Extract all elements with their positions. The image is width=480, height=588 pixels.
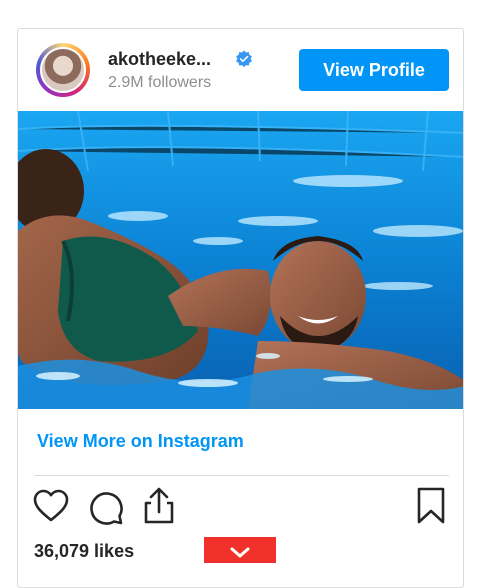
like-count: 36,079 likes bbox=[34, 541, 135, 561]
share-icon[interactable] bbox=[142, 487, 176, 525]
scroll-down-button[interactable] bbox=[204, 537, 276, 563]
follower-count: 2.9M followers bbox=[108, 74, 212, 91]
view-more-on-instagram-link[interactable]: View More on Instagram bbox=[37, 431, 244, 452]
post-photo[interactable] bbox=[18, 111, 463, 409]
username[interactable]: akotheeke... bbox=[108, 49, 211, 70]
divider bbox=[34, 475, 449, 476]
chevron-down-icon bbox=[230, 547, 250, 558]
heart-icon[interactable] bbox=[33, 489, 69, 523]
avatar[interactable] bbox=[40, 47, 86, 93]
verified-badge-icon bbox=[236, 50, 252, 68]
post-header: akotheeke... 2.9M followers View Profile bbox=[18, 29, 463, 111]
avatar-story-ring[interactable] bbox=[36, 43, 90, 97]
pool-photo-illustration bbox=[18, 111, 463, 409]
comment-icon[interactable] bbox=[88, 489, 124, 525]
bookmark-icon[interactable] bbox=[416, 487, 446, 525]
view-profile-button[interactable]: View Profile bbox=[299, 49, 449, 91]
instagram-embed-card: akotheeke... 2.9M followers View Profile bbox=[17, 28, 464, 588]
